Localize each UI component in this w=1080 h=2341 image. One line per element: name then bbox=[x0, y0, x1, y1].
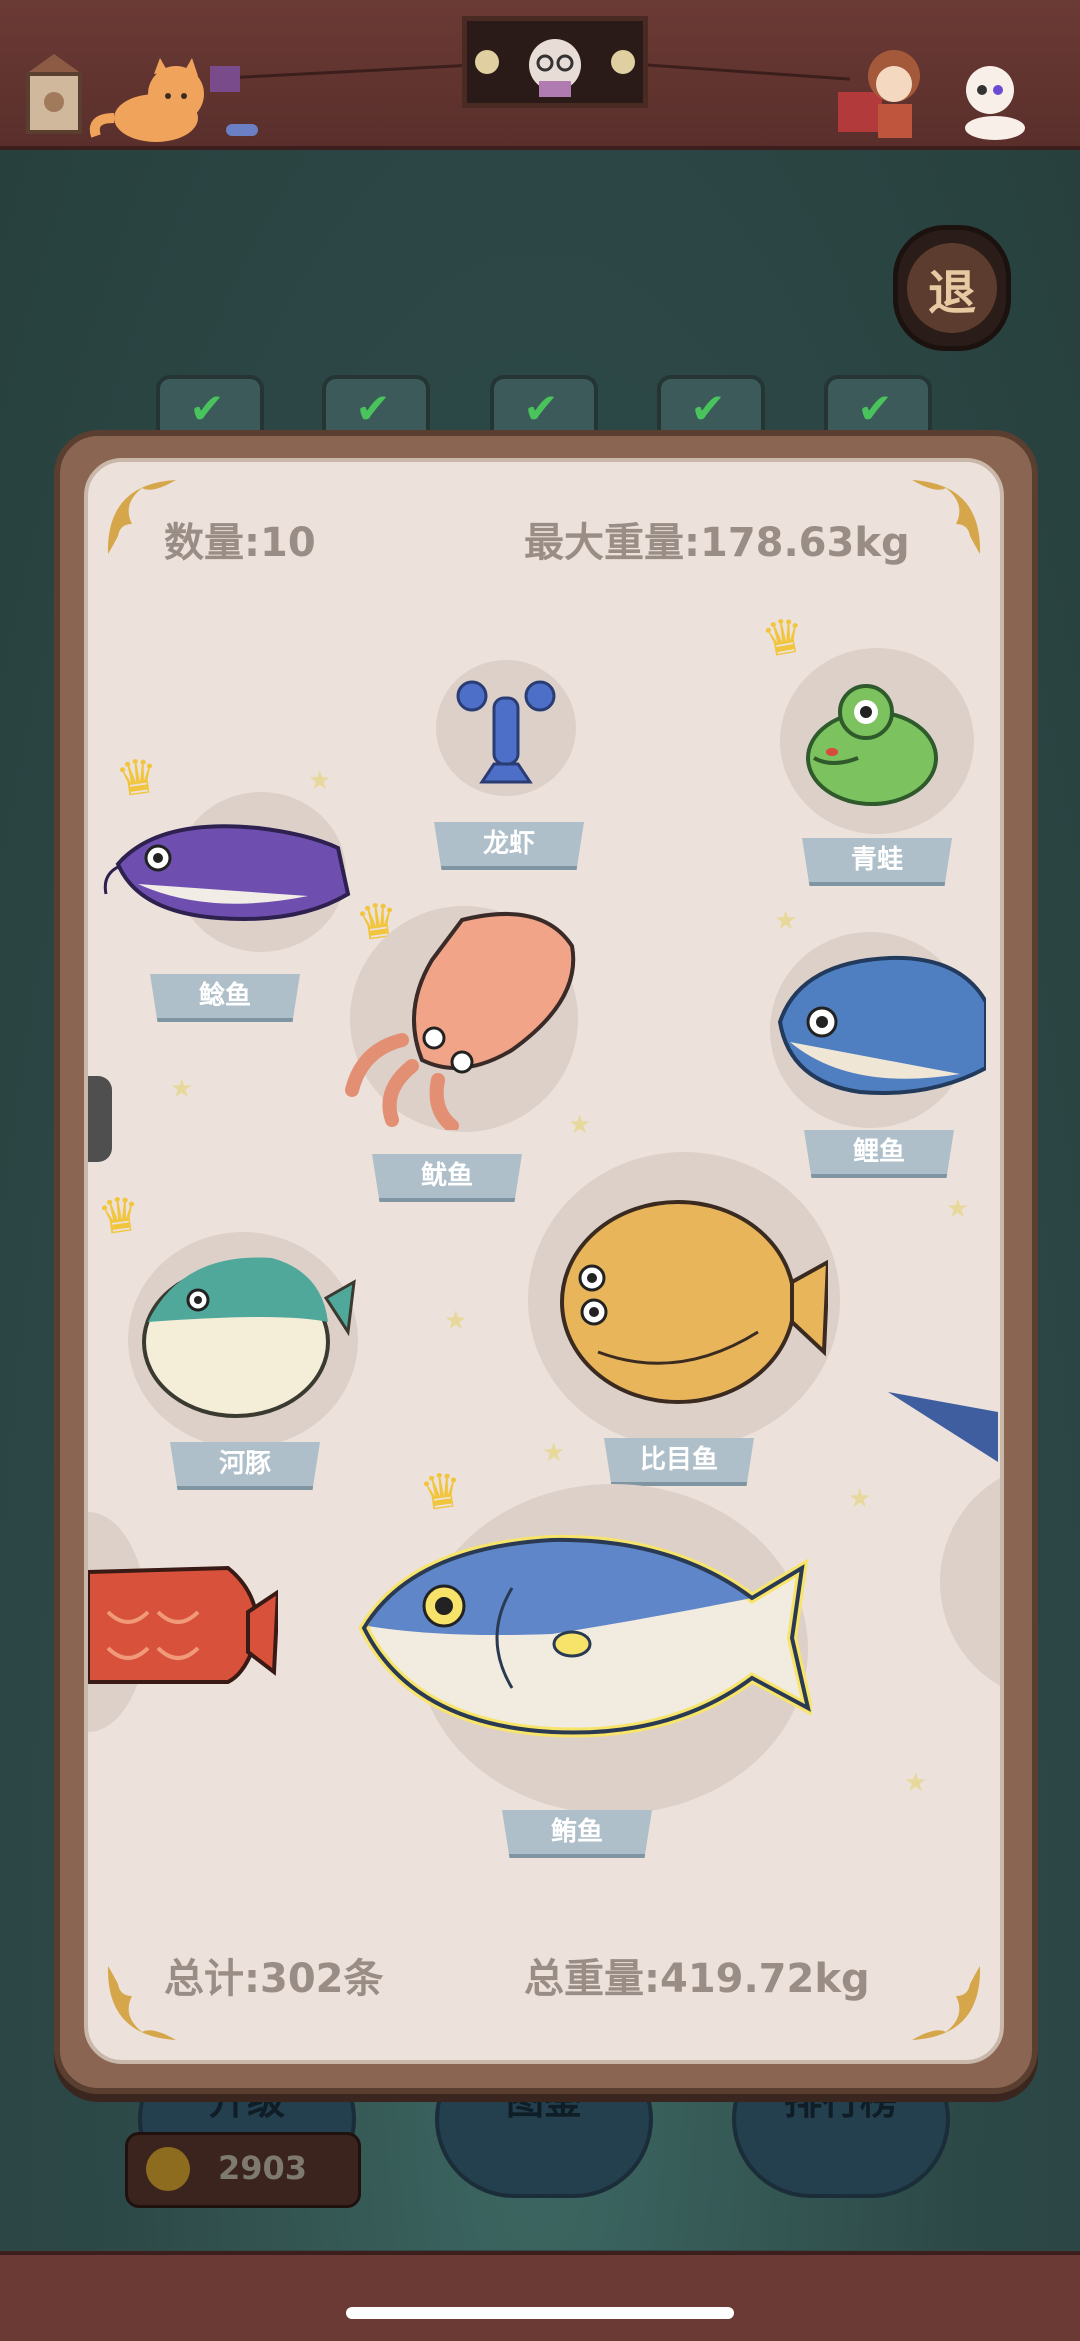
sparkle-icon: ★ bbox=[774, 906, 798, 936]
signboard-icon bbox=[26, 54, 82, 134]
kid-and-cat-icon bbox=[838, 50, 1025, 140]
catfish-icon[interactable] bbox=[98, 804, 354, 940]
total-weight-stat: 总重量:419.72kg bbox=[524, 1956, 870, 2002]
corner-ornament-icon bbox=[912, 480, 981, 554]
partial-fish-icon bbox=[888, 1392, 998, 1462]
check-icon: ✔ bbox=[523, 384, 559, 433]
sparkle-icon: ★ bbox=[170, 1074, 194, 1104]
count-stat: 数量:10 bbox=[164, 520, 316, 566]
check-icon: ✔ bbox=[355, 384, 391, 433]
tuna-icon[interactable] bbox=[352, 1488, 812, 1788]
carp-icon[interactable] bbox=[760, 942, 986, 1108]
pufferfish-icon[interactable] bbox=[142, 1242, 356, 1418]
bottom-bar bbox=[0, 2251, 1080, 2341]
catch-label: 鲤鱼 bbox=[804, 1130, 954, 1178]
home-indicator[interactable] bbox=[346, 2307, 734, 2319]
lobster-icon[interactable] bbox=[448, 674, 564, 790]
exit-button[interactable]: 退 bbox=[893, 225, 1011, 351]
coin-icon bbox=[146, 2147, 190, 2191]
cat-character-icon bbox=[89, 58, 204, 142]
max-weight-stat: 最大重量:178.63kg bbox=[524, 520, 910, 566]
partial-item-icon bbox=[88, 1076, 112, 1162]
sparkle-icon: ★ bbox=[946, 1194, 970, 1224]
corner-ornament-icon bbox=[912, 1966, 981, 2040]
crown-icon: ♛ bbox=[94, 1185, 145, 1247]
cup-icon bbox=[210, 66, 240, 92]
coin-counter: 2903 bbox=[125, 2132, 361, 2208]
collection-panel: 数量:10 最大重量:178.63kg 总计:302条 总重量:419.72kg… bbox=[84, 458, 1004, 2064]
cushion-icon bbox=[226, 124, 258, 136]
total-count-stat: 总计:302条 bbox=[164, 1956, 384, 2002]
catch-label: 鱿鱼 bbox=[372, 1154, 522, 1202]
top-bar bbox=[0, 0, 1080, 150]
catch-label: 比目鱼 bbox=[604, 1438, 754, 1486]
check-icon: ✔ bbox=[690, 384, 726, 433]
portrait-frame bbox=[462, 16, 648, 108]
coin-value: 2903 bbox=[218, 2149, 308, 2187]
catch-label: 鲶鱼 bbox=[150, 974, 300, 1022]
squid-icon[interactable] bbox=[342, 890, 590, 1130]
crown-icon: ♛ bbox=[757, 606, 810, 670]
sparkle-icon: ★ bbox=[904, 1768, 928, 1798]
red-fish-icon[interactable] bbox=[88, 1552, 278, 1702]
sparkle-icon: ★ bbox=[308, 766, 332, 796]
catch-label: 鲔鱼 bbox=[502, 1810, 652, 1858]
rope-decoration bbox=[230, 63, 470, 80]
grandpa-character-icon bbox=[475, 39, 635, 97]
catch-label: 河豚 bbox=[170, 1442, 320, 1490]
rope-decoration bbox=[630, 62, 850, 81]
flounder-icon[interactable] bbox=[538, 1182, 828, 1432]
exit-label: 退 bbox=[907, 243, 997, 333]
sparkle-icon: ★ bbox=[542, 1438, 566, 1468]
frog-icon[interactable] bbox=[792, 672, 952, 812]
crown-icon: ♛ bbox=[112, 747, 163, 809]
catch-label: 青蛙 bbox=[802, 838, 952, 886]
partial-ring bbox=[940, 1462, 1000, 1702]
sparkle-icon: ★ bbox=[444, 1306, 468, 1336]
catch-label: 龙虾 bbox=[434, 822, 584, 870]
sparkle-icon: ★ bbox=[848, 1484, 872, 1514]
check-icon: ✔ bbox=[857, 384, 893, 433]
check-icon: ✔ bbox=[189, 384, 225, 433]
